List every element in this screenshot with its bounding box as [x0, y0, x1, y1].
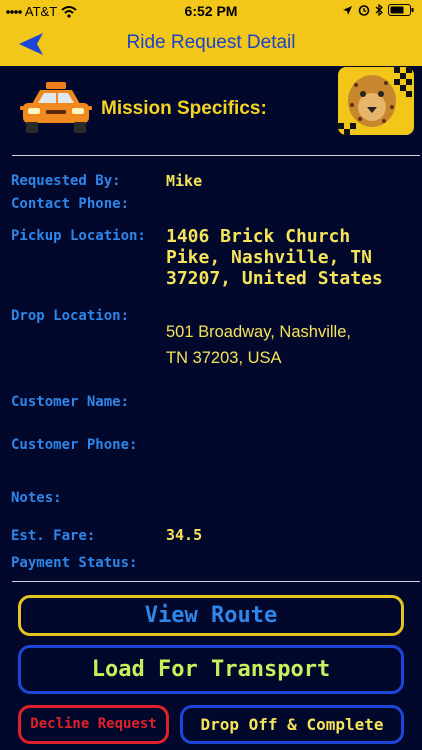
view-route-button[interactable]: View Route: [18, 595, 404, 636]
bluetooth-icon: [375, 3, 383, 19]
est-fare-value: 34.5: [166, 526, 203, 544]
drop-location-value: 501 Broadway, Nashville, TN 37203, USA: [166, 319, 351, 371]
cheetah-logo: [338, 67, 414, 135]
footer-divider: [12, 581, 420, 582]
location-arrow-icon: [342, 4, 353, 19]
pickup-location-value: 1406 Brick Church Pike, Nashville, TN 37…: [166, 226, 383, 289]
drop-line-1: 501 Broadway, Nashville,: [166, 323, 351, 341]
customer-phone-label: Customer Phone:: [11, 437, 138, 453]
contact-phone-label: Contact Phone:: [11, 196, 130, 212]
pickup-line-2: Pike, Nashville, TN: [166, 247, 372, 268]
decline-request-button[interactable]: Decline Request: [18, 705, 169, 744]
drop-off-complete-button[interactable]: Drop Off & Complete: [180, 705, 404, 744]
payment-status-label: Payment Status:: [11, 555, 138, 571]
est-fare-label: Est. Fare:: [11, 528, 96, 544]
load-for-transport-button[interactable]: Load For Transport: [18, 645, 404, 694]
battery-icon: [388, 4, 414, 19]
pickup-line-1: 1406 Brick Church: [166, 226, 351, 247]
section-title: Mission Specifics:: [101, 98, 267, 119]
customer-name-label: Customer Name:: [11, 394, 130, 410]
requested-by-value: Mike: [166, 172, 203, 190]
drop-location-label: Drop Location:: [11, 308, 130, 324]
drop-line-2: TN 37203, USA: [166, 349, 282, 367]
pickup-location-label: Pickup Location:: [11, 228, 146, 244]
taxi-icon: [20, 80, 92, 136]
notes-label: Notes:: [11, 490, 62, 506]
status-bar: AT&T 6:52 PM: [0, 0, 422, 22]
requested-by-label: Requested By:: [11, 173, 121, 189]
header-divider: [12, 155, 420, 156]
page-title: Ride Request Detail: [126, 32, 296, 53]
nav-bar: Ride Request Detail: [0, 22, 422, 66]
pickup-line-3: 37207, United States: [166, 268, 383, 289]
alarm-icon: [358, 4, 370, 19]
